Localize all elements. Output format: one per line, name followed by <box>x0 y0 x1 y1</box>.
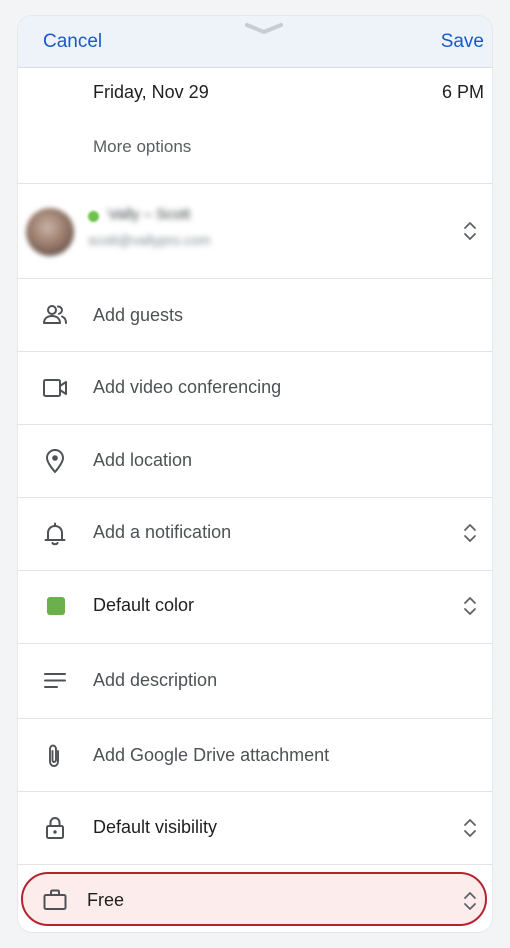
avatar <box>26 208 74 256</box>
save-button[interactable]: Save <box>441 31 484 53</box>
briefcase-icon <box>43 889 67 910</box>
chevron-updown-icon <box>464 819 476 837</box>
default-visibility-row[interactable] <box>18 792 492 865</box>
chevron-updown-icon <box>464 222 476 240</box>
bell-icon <box>44 522 66 546</box>
account-email: scott@vallypro.com <box>88 232 211 248</box>
color-swatch-icon <box>47 597 65 615</box>
event-editor-sheet: Cancel Save Friday, Nov 29 6 PM More opt… <box>18 16 492 932</box>
grabber-handle-icon[interactable] <box>245 22 283 34</box>
account-name: Vally – Scott <box>108 206 191 223</box>
location-pin-icon <box>46 449 64 473</box>
paperclip-icon <box>49 744 59 767</box>
add-description-label: Add description <box>93 670 218 690</box>
video-icon <box>43 379 67 397</box>
add-location-row[interactable] <box>18 425 492 498</box>
add-notification-row[interactable] <box>18 498 492 571</box>
default-color-row[interactable] <box>18 571 492 644</box>
people-icon <box>43 305 67 324</box>
chevron-updown-icon <box>464 892 476 910</box>
event-time[interactable]: 6 PM <box>442 82 484 103</box>
add-guests-label: Add guests <box>93 305 184 325</box>
availability-label: Free <box>87 890 125 910</box>
chevron-updown-icon <box>464 524 476 542</box>
add-video-conferencing-label: Add video conferencing <box>93 377 282 397</box>
add-description-row[interactable] <box>18 644 492 719</box>
description-lines-icon <box>44 673 66 688</box>
add-drive-attachment-label: Add Google Drive attachment <box>93 745 330 765</box>
lock-icon <box>46 816 64 839</box>
add-location-label: Add location <box>93 450 193 470</box>
default-visibility-label: Default visibility <box>93 817 218 837</box>
more-options-link[interactable]: More options <box>93 137 191 157</box>
add-notification-label: Add a notification <box>93 522 232 542</box>
calendar-color-dot <box>88 211 99 222</box>
cancel-button[interactable]: Cancel <box>43 31 102 53</box>
top-bar: Cancel Save <box>18 16 492 68</box>
datetime-section <box>18 68 492 184</box>
chevron-updown-icon <box>464 597 476 615</box>
add-guests-row[interactable] <box>18 279 492 352</box>
event-date[interactable]: Friday, Nov 29 <box>93 82 209 103</box>
default-color-label: Default color <box>93 595 195 615</box>
